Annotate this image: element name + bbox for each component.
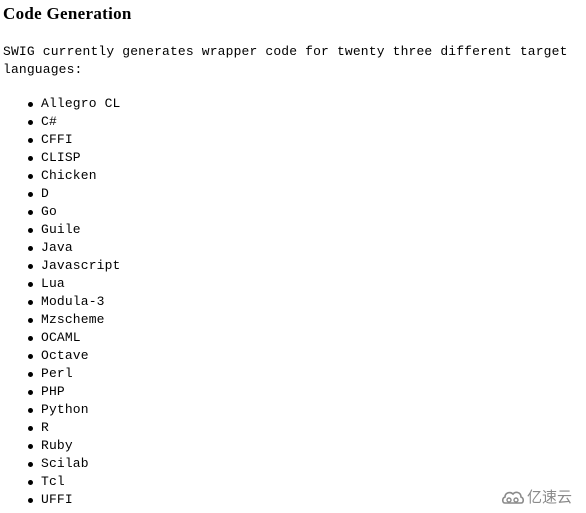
language-name: Ruby	[41, 438, 73, 453]
language-list-item: Ruby	[0, 437, 121, 455]
language-name: R	[41, 420, 49, 435]
language-list-item: Javascript	[0, 257, 121, 275]
bullet-icon	[28, 120, 33, 125]
bullet-icon	[28, 354, 33, 359]
bullet-icon	[28, 318, 33, 323]
language-name: UFFI	[41, 492, 73, 507]
watermark-text: 亿速云	[526, 488, 572, 506]
bullet-icon	[28, 210, 33, 215]
bullet-icon	[28, 102, 33, 107]
bullet-icon	[28, 138, 33, 143]
language-name: Allegro CL	[41, 96, 121, 111]
language-name: Lua	[41, 276, 65, 291]
language-name: Javascript	[41, 258, 121, 273]
language-list-item: Octave	[0, 347, 121, 365]
language-list-item: OCAML	[0, 329, 121, 347]
language-list-item: Tcl	[0, 473, 121, 491]
language-name: Python	[41, 402, 89, 417]
language-name: OCAML	[41, 330, 81, 345]
bullet-icon	[28, 372, 33, 377]
language-list-item: C#	[0, 113, 121, 131]
language-list: Allegro CL C# CFFI CLISP Chicken D Go Guile Java…	[0, 95, 121, 509]
bullet-icon	[28, 498, 33, 503]
bullet-icon	[28, 390, 33, 395]
section-heading: Code Generation	[3, 4, 132, 23]
language-name: Scilab	[41, 456, 89, 471]
language-name: Mzscheme	[41, 312, 105, 327]
language-name: C#	[41, 114, 57, 129]
language-name: Java	[41, 240, 73, 255]
language-list-item: Java	[0, 239, 121, 257]
language-list-item: PHP	[0, 383, 121, 401]
bullet-icon	[28, 228, 33, 233]
bullet-icon	[28, 408, 33, 413]
language-list-item: UFFI	[0, 491, 121, 509]
intro-paragraph: SWIG currently generates wrapper code fo…	[3, 44, 568, 77]
bullet-icon	[28, 336, 33, 341]
language-name: CLISP	[41, 150, 81, 165]
language-name: Modula-3	[41, 294, 105, 309]
bullet-icon	[28, 462, 33, 467]
bullet-icon	[28, 192, 33, 197]
language-list-item: R	[0, 419, 121, 437]
language-name: Tcl	[41, 474, 65, 489]
language-name: Guile	[41, 222, 81, 237]
language-list-item: Lua	[0, 275, 121, 293]
language-list-item: Mzscheme	[0, 311, 121, 329]
language-list-item: CFFI	[0, 131, 121, 149]
language-name: PHP	[41, 384, 65, 399]
language-list-item: D	[0, 185, 121, 203]
bullet-icon	[28, 156, 33, 161]
language-name: CFFI	[41, 132, 73, 147]
cloud-logo-icon	[501, 488, 525, 506]
bullet-icon	[28, 444, 33, 449]
language-name: Chicken	[41, 168, 97, 183]
language-name: Go	[41, 204, 57, 219]
language-list-item: Guile	[0, 221, 121, 239]
bullet-icon	[28, 246, 33, 251]
language-name: Perl	[41, 366, 73, 381]
language-list-item: Chicken	[0, 167, 121, 185]
bullet-icon	[28, 300, 33, 305]
language-name: Octave	[41, 348, 89, 363]
bullet-icon	[28, 480, 33, 485]
language-name: D	[41, 186, 49, 201]
language-list-item: CLISP	[0, 149, 121, 167]
language-list-item: Perl	[0, 365, 121, 383]
bullet-icon	[28, 282, 33, 287]
language-list-item: Modula-3	[0, 293, 121, 311]
bullet-icon	[28, 174, 33, 179]
bullet-icon	[28, 426, 33, 431]
language-list-item: Allegro CL	[0, 95, 121, 113]
watermark: 亿速云	[501, 486, 572, 507]
bullet-icon	[28, 264, 33, 269]
language-list-item: Python	[0, 401, 121, 419]
language-list-item: Go	[0, 203, 121, 221]
language-list-item: Scilab	[0, 455, 121, 473]
